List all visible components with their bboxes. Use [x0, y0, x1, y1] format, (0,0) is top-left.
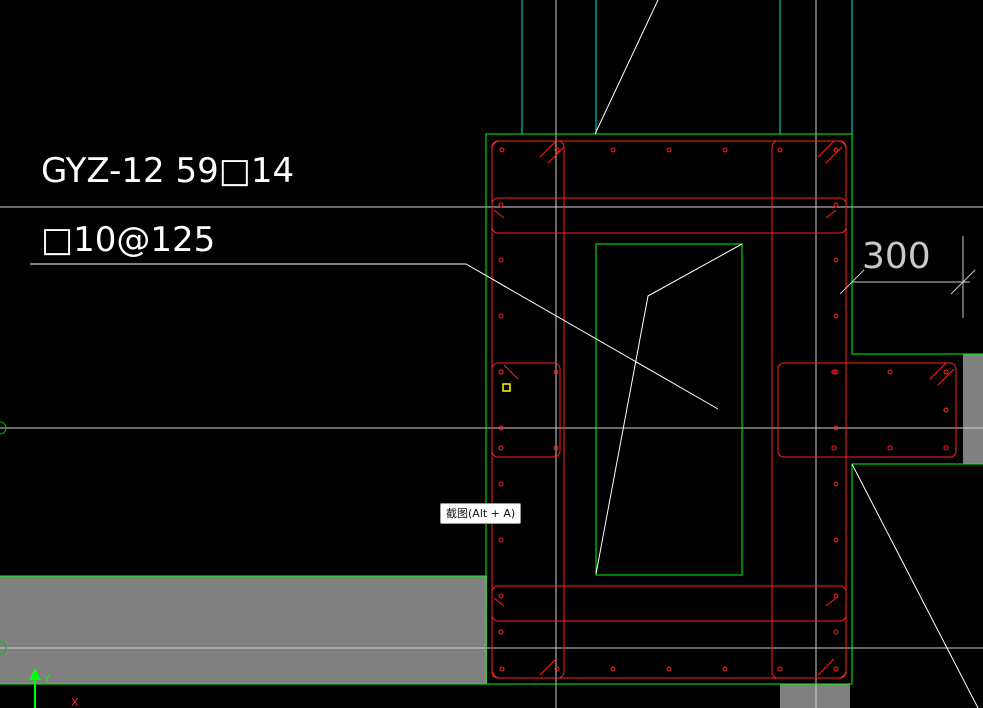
rebar-dot — [610, 666, 616, 672]
drawing-canvas[interactable]: 300 GYZ-12 59□14 □10@125 Y X — [0, 0, 983, 708]
rebar-dot — [833, 593, 839, 599]
rebar-dot — [777, 666, 783, 672]
rebar-dots — [498, 147, 949, 672]
hatch-wall-right — [963, 354, 983, 464]
rebar-dot — [833, 629, 839, 635]
rebar-dot — [666, 666, 672, 672]
rebar-dot — [833, 537, 839, 543]
rebar-dot — [498, 257, 504, 263]
rebar-dot — [498, 445, 504, 451]
rebar-dot — [833, 202, 839, 208]
rebar-dot — [722, 666, 728, 672]
rebar-stirrups — [491, 140, 957, 679]
rebar-dot — [498, 593, 504, 599]
rebar-dot — [833, 481, 839, 487]
rebar-dot — [498, 369, 504, 375]
rebar-dot — [943, 445, 949, 451]
dimension-text: 300 — [862, 236, 931, 277]
ucs-x-label: X — [71, 696, 79, 708]
rebar-dot — [498, 313, 504, 319]
rebar-dot — [499, 147, 505, 153]
rebar-dot — [498, 537, 504, 543]
rebar-dot — [498, 481, 504, 487]
rebar-dot — [499, 666, 505, 672]
rebar-dot — [887, 445, 893, 451]
rebar-dot — [498, 629, 504, 635]
rebar-dot — [887, 369, 893, 375]
opening-outline — [595, 243, 743, 576]
rebar-dot — [943, 369, 949, 375]
rebar-dot — [943, 407, 949, 413]
cad-viewport[interactable]: 300 GYZ-12 59□14 □10@125 Y X 截图(Alt + A) — [0, 0, 983, 708]
hatch-bottom — [780, 684, 850, 708]
hatch-slab-left — [0, 576, 487, 684]
rebar-dot — [831, 445, 837, 451]
rebar-dot — [777, 147, 783, 153]
ucs-y-label: Y — [43, 674, 51, 685]
stirrup-label: □10@125 — [41, 220, 215, 260]
rebar-dot — [833, 257, 839, 263]
rebar-dot — [833, 313, 839, 319]
rebar-dot — [833, 666, 839, 672]
rebar-dot — [610, 147, 616, 153]
rebar-dot — [666, 147, 672, 153]
aux-lines — [521, 0, 853, 134]
rebar-dot — [833, 147, 839, 153]
crosshair-cursor-icon — [502, 383, 511, 392]
column-label: GYZ-12 59□14 — [41, 151, 294, 191]
rebar-dot — [722, 147, 728, 153]
screenshot-tooltip: 截图(Alt + A) — [440, 503, 522, 524]
rebar-dot — [498, 202, 504, 208]
